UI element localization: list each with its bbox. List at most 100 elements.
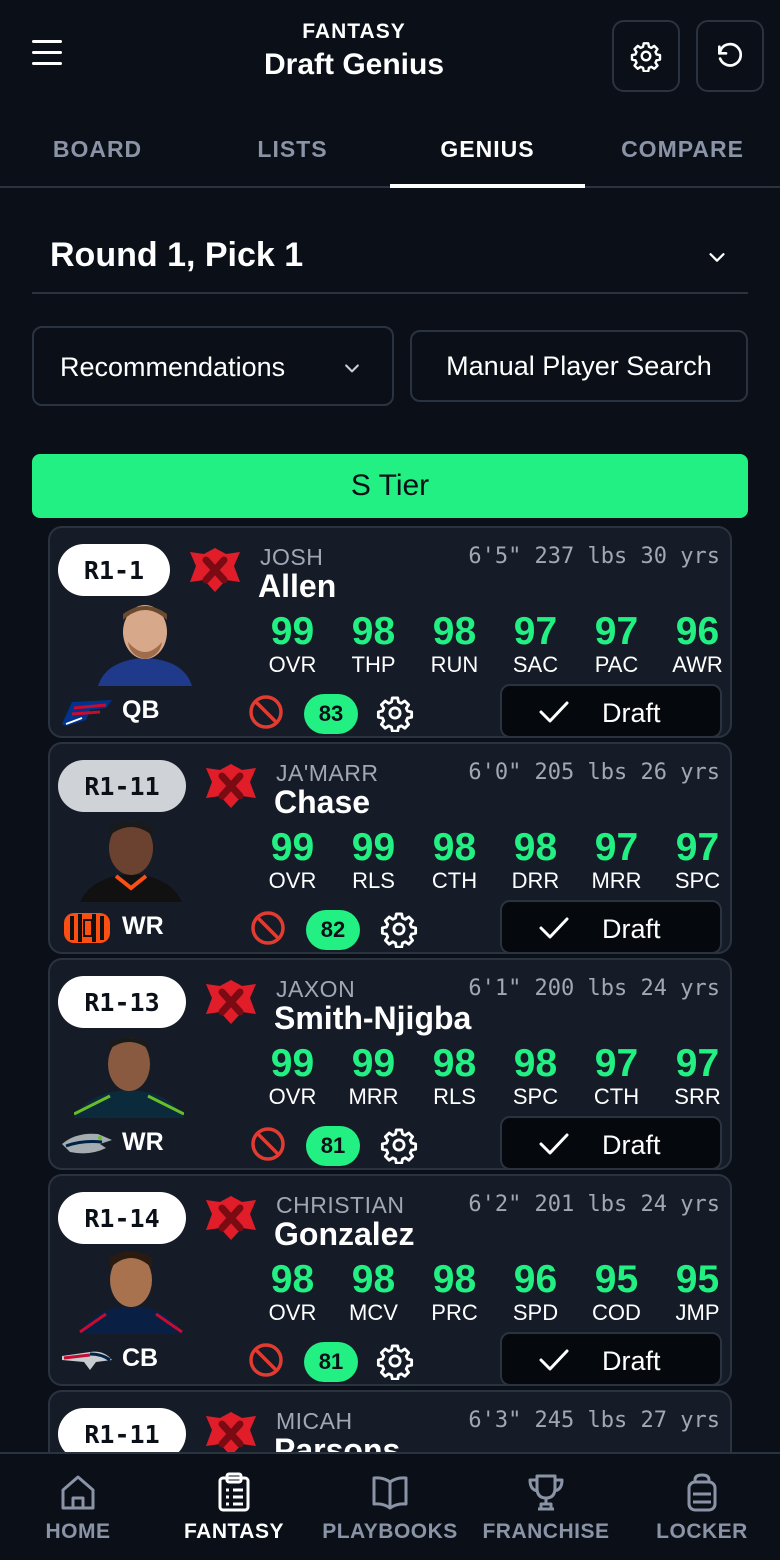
player-bio: 6'3" 245 lbs 27 yrs (468, 1408, 720, 1433)
player-card: R1-11 JA'MARR Chase 6'0" 205 lbs 26 yrs … (48, 742, 732, 954)
stat-value: 98 (432, 610, 477, 653)
stat-value: 95 (675, 1258, 720, 1301)
draft-button[interactable]: Draft (500, 900, 722, 954)
stat-value: 98 (513, 826, 558, 869)
player-first-name: JOSH (260, 544, 324, 570)
clipboard-icon (218, 1472, 250, 1512)
brand-logo-icon (206, 1196, 256, 1240)
stat-label: RUN (430, 652, 479, 677)
tab-genius[interactable]: GENIUS (390, 112, 585, 188)
ban-icon[interactable] (250, 910, 286, 946)
book-icon (372, 1476, 408, 1510)
hamburger-icon[interactable] (28, 40, 68, 74)
ban-icon[interactable] (248, 694, 284, 730)
bills-logo-icon (62, 700, 112, 726)
ban-icon[interactable] (250, 1126, 286, 1162)
stat: 98 PRC (414, 1260, 495, 1326)
tab-lists[interactable]: LISTS (195, 112, 390, 186)
tab-compare[interactable]: COMPARE (585, 112, 780, 186)
gear-icon[interactable] (380, 910, 418, 948)
nav-locker[interactable]: LOCKER (624, 1454, 780, 1560)
player-last-name: Allen (258, 568, 337, 604)
stat: 99 OVR (252, 1044, 333, 1110)
player-portrait (76, 814, 186, 902)
player-bio: 6'5" 237 lbs 30 yrs (468, 544, 720, 569)
stat: 96 SPD (495, 1260, 576, 1326)
nav-locker-label: LOCKER (656, 1520, 748, 1543)
stat: 95 JMP (657, 1260, 738, 1326)
stat: 99 RLS (333, 828, 414, 894)
stat: 98 DRR (495, 828, 576, 894)
gear-icon[interactable] (380, 1126, 418, 1164)
mode-select[interactable]: Recommendations (32, 326, 394, 406)
stat-value: 96 (675, 610, 720, 653)
player-first-name: CHRISTIAN (276, 1192, 405, 1218)
rating-badge: 81 (304, 1342, 358, 1382)
draft-button[interactable]: Draft (500, 1116, 722, 1170)
player-card: R1-14 CHRISTIAN Gonzalez 6'2" 201 lbs 24… (48, 1174, 732, 1386)
stat-label: MRR (591, 868, 642, 893)
stat-label: SPC (674, 868, 721, 893)
player-bio: 6'1" 200 lbs 24 yrs (468, 976, 720, 1001)
nav-fantasy-label: FANTASY (184, 1520, 284, 1543)
header-titles: FANTASY Draft Genius (200, 20, 508, 82)
draft-button-label: Draft (602, 698, 661, 728)
stat-label: CTH (593, 1084, 640, 1109)
reset-icon (718, 42, 743, 67)
stat-label: OVR (268, 652, 317, 677)
gear-icon[interactable] (376, 1342, 414, 1380)
stat: 97 SRR (657, 1044, 738, 1110)
player-portrait (76, 1246, 186, 1334)
home-icon (61, 1475, 95, 1510)
nav-playbooks[interactable]: PLAYBOOKS (312, 1454, 468, 1560)
stat: 95 COD (576, 1260, 657, 1326)
stat: 99 OVR (252, 612, 333, 678)
draft-button[interactable]: Draft (500, 684, 722, 738)
ban-icon[interactable] (248, 1342, 284, 1378)
chevron-down-icon (709, 253, 725, 262)
stat-value: 96 (513, 1258, 558, 1301)
brand-logo-icon (206, 980, 256, 1024)
reset-button[interactable] (696, 20, 764, 92)
stat: 98 THP (333, 612, 414, 678)
stat-label: OVR (268, 868, 317, 893)
manual-player-search-button[interactable]: Manual Player Search (410, 330, 748, 402)
brand-logo-icon (206, 1412, 256, 1452)
locker-icon (687, 1473, 717, 1512)
draft-button-label: Draft (602, 914, 661, 944)
nav-playbooks-label: PLAYBOOKS (322, 1520, 458, 1543)
stat-label: SRR (674, 1084, 721, 1109)
app-header: FANTASY Draft Genius (0, 0, 780, 110)
stat-value: 98 (351, 1258, 396, 1301)
round-select[interactable]: Round 1, Pick 1 (32, 222, 748, 294)
draft-button-label: Draft (602, 1130, 661, 1160)
stat: 97 CTH (576, 1044, 657, 1110)
pick-badge: R1-1 (58, 544, 170, 596)
rating-badge: 82 (306, 910, 360, 950)
nav-home[interactable]: HOME (0, 1454, 156, 1560)
chevron-down-icon (345, 364, 359, 373)
stat-label: JMP (675, 1300, 720, 1325)
stat-value: 99 (351, 1042, 396, 1085)
player-stats: 99 OVR 98 THP 98 RUN 97 SAC 97 PAC 96 AWR (252, 612, 738, 682)
bengals-logo-icon (64, 913, 110, 943)
stat-label: SAC (512, 652, 559, 677)
stat-value: 98 (432, 826, 477, 869)
settings-button[interactable] (612, 20, 680, 92)
nav-fantasy[interactable]: FANTASY (156, 1454, 312, 1560)
nav-franchise[interactable]: FRANCHISE (468, 1454, 624, 1560)
stat-label: CTH (431, 868, 478, 893)
mode-select-value: Recommendations (60, 352, 286, 382)
check-icon (539, 701, 569, 723)
draft-button[interactable]: Draft (500, 1332, 722, 1386)
pick-badge: R1-11 (58, 1408, 186, 1452)
stat-label: MRR (348, 1084, 399, 1109)
stat: 99 MRR (333, 1044, 414, 1110)
gear-icon[interactable] (376, 694, 414, 732)
tab-board[interactable]: BOARD (0, 112, 195, 186)
player-portrait (90, 598, 200, 686)
stat-label: PRC (431, 1300, 478, 1325)
rating-badge: 81 (306, 1126, 360, 1166)
player-first-name: JAXON (276, 976, 356, 1002)
stat-label: OVR (268, 1084, 317, 1109)
